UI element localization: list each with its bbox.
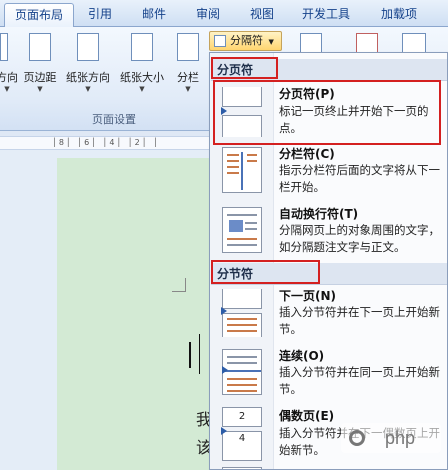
next-page-title: 下一页(N) bbox=[279, 289, 337, 303]
horizontal-ruler[interactable]: │8│ │6│ │4│ │2│ │ bbox=[0, 136, 215, 150]
page-corner-mark bbox=[172, 278, 186, 292]
menu-item-text-wrapping-break[interactable]: 自动换行符(T) 分隔网页上的对象周围的文字，如分隔题注文字与正文。 bbox=[210, 203, 447, 263]
breaks-icon bbox=[214, 35, 226, 47]
document-area: 我 该 bbox=[0, 150, 217, 470]
even-page-thumb-number-top: 2 bbox=[222, 407, 262, 427]
chevron-down-icon: ▼ bbox=[185, 85, 191, 93]
php-watermark: php bbox=[341, 423, 441, 453]
even-page-title: 偶数页(E) bbox=[279, 409, 335, 423]
ribbon-tab-bar: 页面布局 引用 邮件 审阅 视图 开发工具 加载项 bbox=[0, 0, 448, 27]
even-page-section-icon: 2 4 bbox=[221, 407, 262, 461]
watermark-text: php bbox=[384, 428, 416, 448]
margins-label: 页边距 bbox=[23, 71, 57, 84]
text-cursor bbox=[189, 342, 191, 368]
orientation-icon bbox=[0, 33, 8, 61]
breaks-label: 分隔符 bbox=[230, 34, 263, 47]
document-page[interactable] bbox=[57, 158, 217, 470]
breaks-dropdown-menu: 分页符 分页符(P) 标记一页终止并开始下一页的点。 分栏符(C) 指示分栏符后… bbox=[209, 52, 448, 470]
text-wrapping-break-icon bbox=[222, 207, 262, 253]
text-wrapping-break-title: 自动换行符(T) bbox=[279, 207, 359, 221]
column-break-icon bbox=[222, 147, 262, 193]
text-wrapping-break-desc: 分隔网页上的对象周围的文字，如分隔题注文字与正文。 bbox=[279, 223, 440, 254]
tab-view[interactable]: 视图 bbox=[240, 3, 284, 27]
next-page-section-icon bbox=[221, 289, 262, 337]
tab-addins[interactable]: 加载项 bbox=[370, 3, 428, 27]
text-cursor-marker bbox=[199, 334, 200, 374]
page-size-icon bbox=[131, 33, 153, 61]
even-page-thumb-number-bottom: 4 bbox=[222, 431, 262, 461]
column-break-desc: 指示分栏符后面的文字将从下一栏开始。 bbox=[279, 163, 440, 194]
continuous-title: 连续(O) bbox=[279, 349, 325, 363]
chevron-down-icon: ▼ bbox=[139, 85, 145, 93]
page-orientation-icon bbox=[77, 33, 99, 61]
margins-icon bbox=[29, 33, 51, 61]
tab-mailings[interactable]: 邮件 bbox=[132, 3, 176, 27]
chevron-down-icon: ▼ bbox=[85, 85, 91, 93]
page-orientation-button[interactable]: 纸张方向 ▼ bbox=[62, 31, 114, 95]
menu-item-continuous[interactable]: 连续(O) 插入分节符并在同一页上开始新节。 bbox=[210, 347, 447, 405]
margins-button[interactable]: 页边距 ▼ bbox=[20, 31, 60, 95]
tab-developer[interactable]: 开发工具 bbox=[292, 3, 360, 27]
columns-icon bbox=[177, 33, 199, 61]
menu-item-next-page[interactable]: 下一页(N) 插入分节符并在下一页上开始新节。 bbox=[210, 287, 447, 345]
menu-item-page-break[interactable]: 分页符(P) 标记一页终止并开始下一页的点。 bbox=[210, 83, 447, 143]
menu-item-column-break[interactable]: 分栏符(C) 指示分栏符后面的文字将从下一栏开始。 bbox=[210, 145, 447, 203]
page-setup-group-label: 页面设置 bbox=[92, 113, 136, 126]
orientation-label: 方向 bbox=[0, 71, 18, 84]
orientation-button-partial[interactable]: 方向 ▼ bbox=[0, 31, 20, 95]
section-breaks-header: 分节符 bbox=[211, 263, 447, 285]
next-page-desc: 插入分节符并在下一页上开始新节。 bbox=[279, 305, 440, 336]
page-break-icon bbox=[221, 87, 262, 137]
page-breaks-header: 分页符 bbox=[211, 59, 447, 81]
tab-review[interactable]: 审阅 bbox=[186, 3, 230, 27]
columns-label: 分栏 bbox=[177, 71, 199, 84]
tab-references[interactable]: 引用 bbox=[78, 3, 122, 27]
page-size-label: 纸张大小 bbox=[120, 71, 164, 84]
chevron-down-icon: ▼ bbox=[4, 85, 10, 93]
continuous-section-icon bbox=[222, 349, 262, 395]
page-orientation-label: 纸张方向 bbox=[66, 71, 110, 84]
tab-page-layout[interactable]: 页面布局 bbox=[4, 3, 74, 27]
continuous-desc: 插入分节符并在同一页上开始新节。 bbox=[279, 365, 440, 396]
chevron-down-icon: ▼ bbox=[37, 85, 43, 93]
page-size-button[interactable]: 纸张大小 ▼ bbox=[116, 31, 168, 95]
watermark-logo-icon bbox=[349, 430, 365, 446]
columns-button[interactable]: 分栏 ▼ bbox=[170, 31, 206, 95]
chevron-down-icon: ▼ bbox=[268, 38, 274, 46]
breaks-button[interactable]: 分隔符 ▼ bbox=[209, 31, 282, 51]
page-break-desc: 标记一页终止并开始下一页的点。 bbox=[279, 104, 429, 135]
column-break-title: 分栏符(C) bbox=[279, 147, 335, 161]
page-break-title: 分页符(P) bbox=[279, 87, 335, 101]
